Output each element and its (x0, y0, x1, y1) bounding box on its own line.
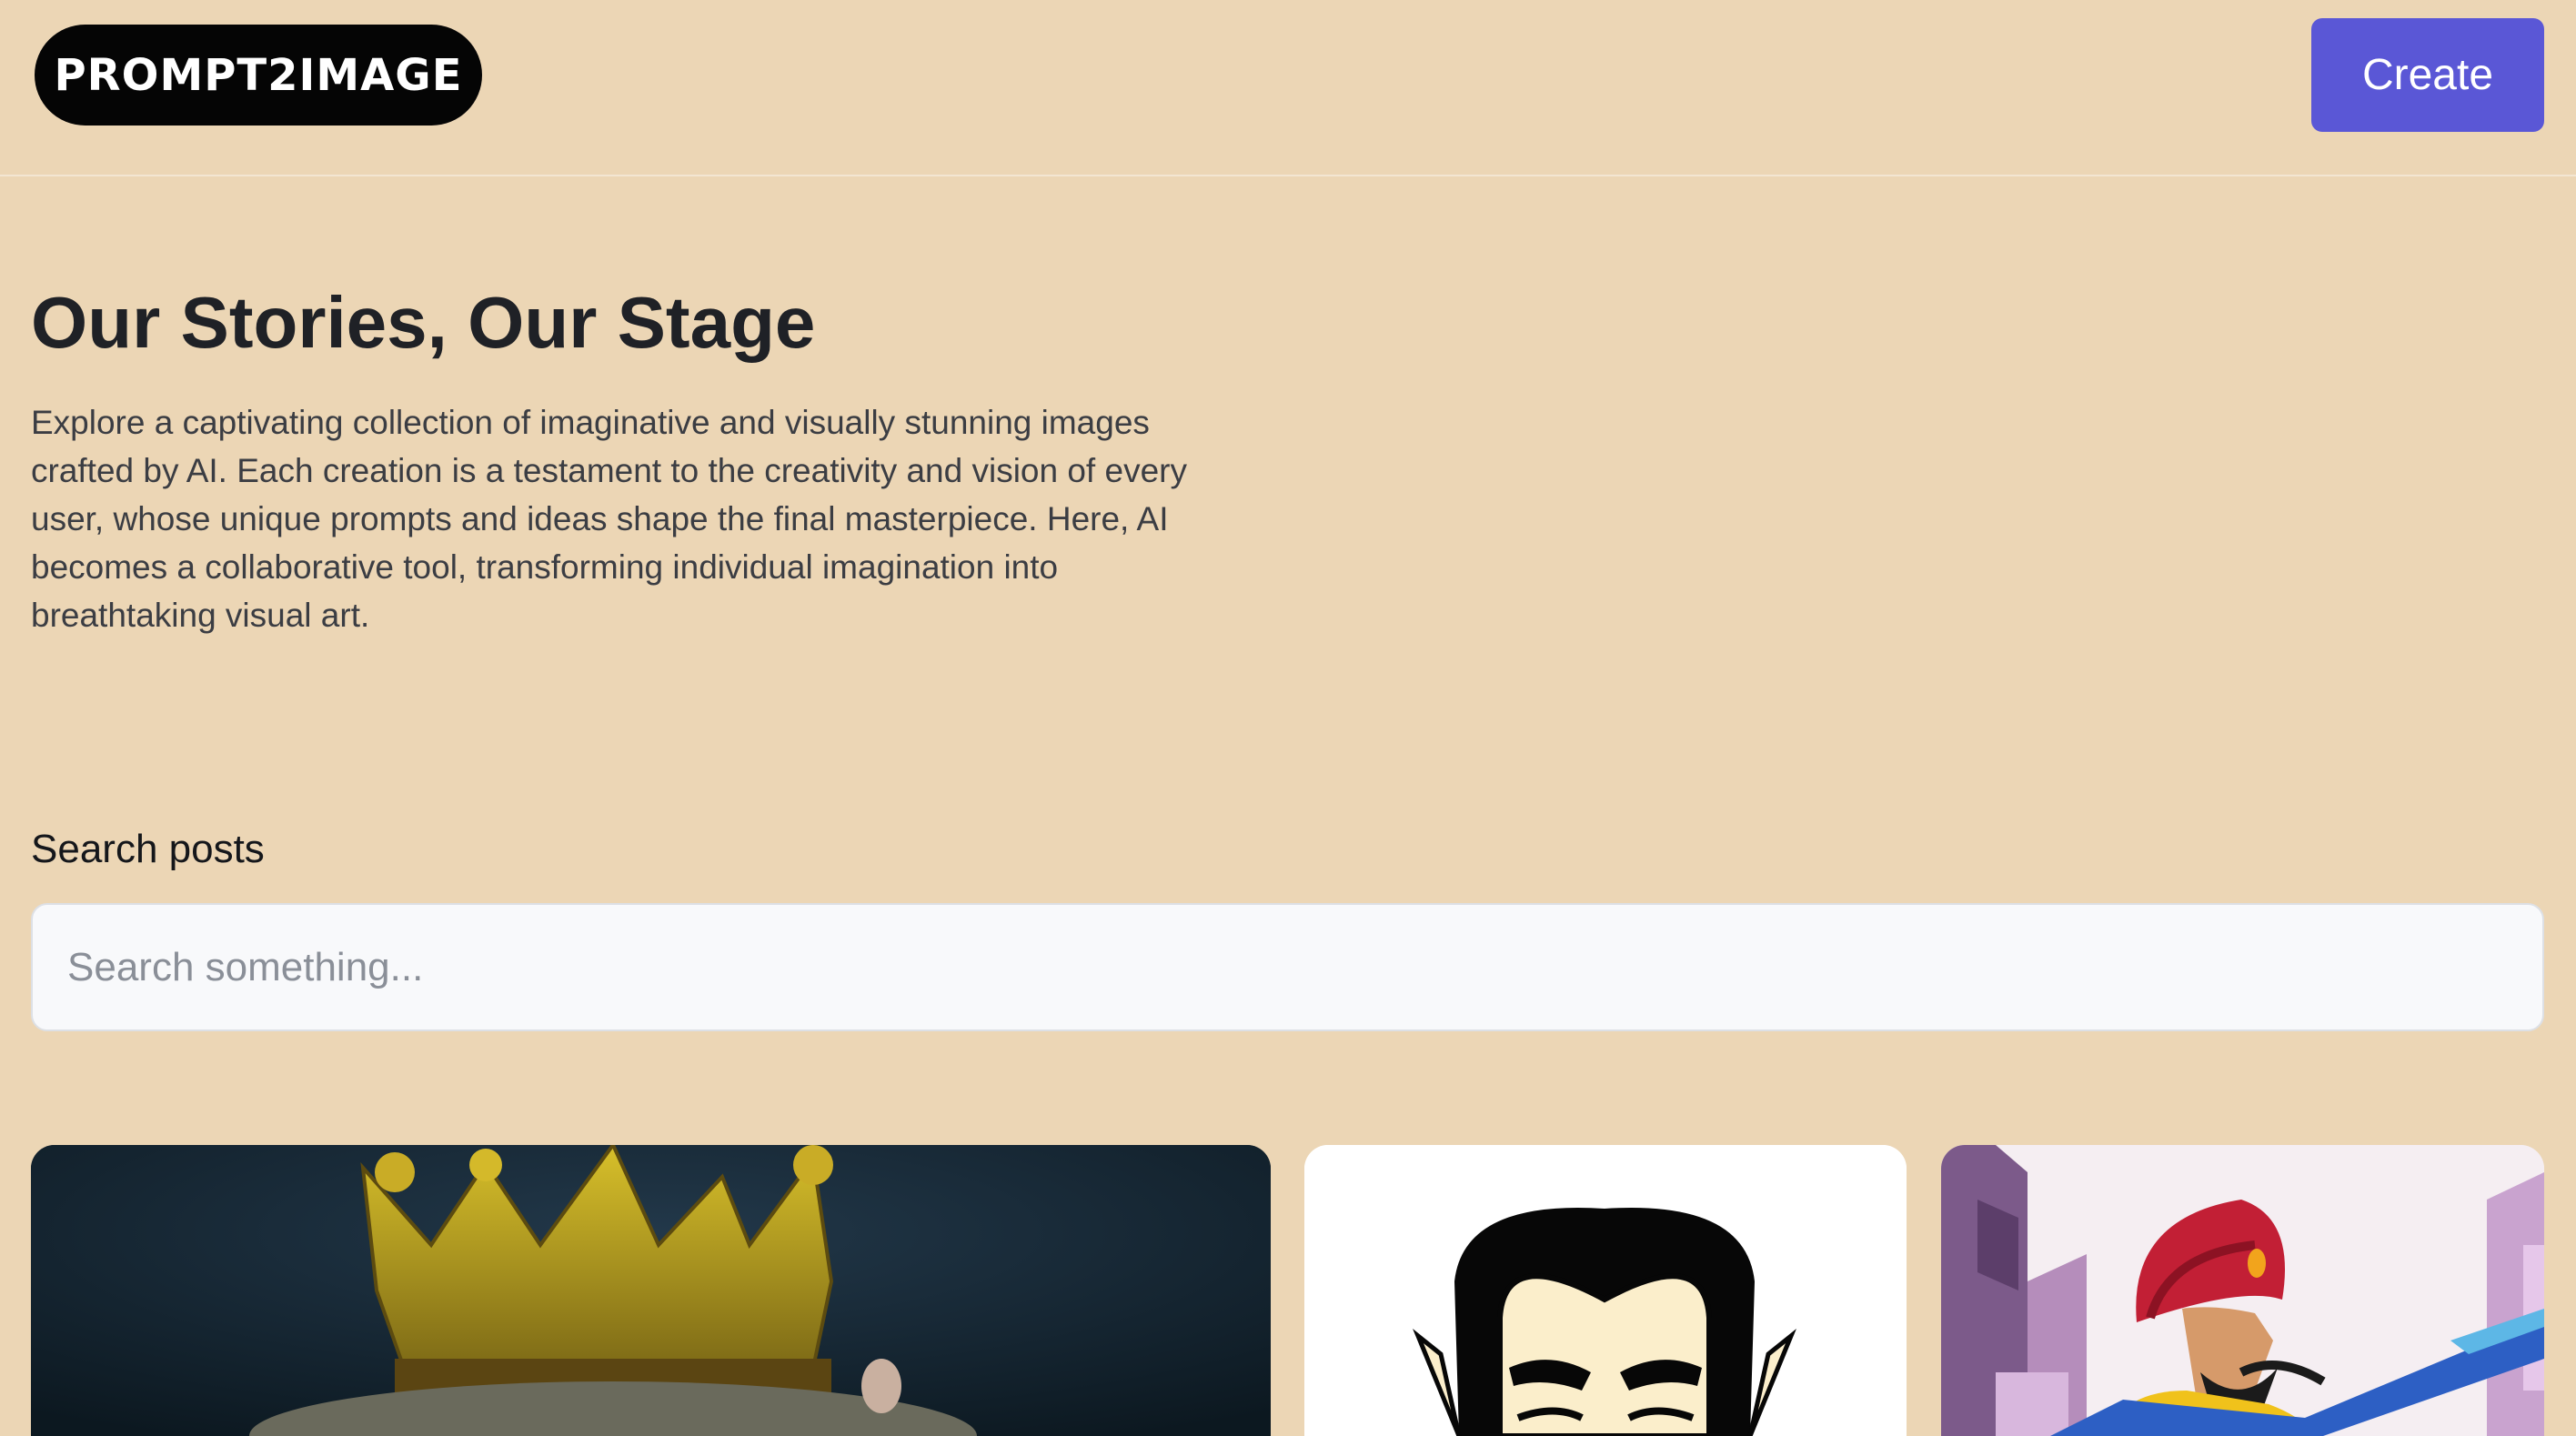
gallery-card-crowned-figure[interactable] (31, 1145, 1271, 1436)
search-input[interactable] (31, 903, 2544, 1031)
page-description: Explore a captivating collection of imag… (31, 404, 1187, 634)
gallery-card-vampire[interactable] (1304, 1145, 1907, 1436)
page-title: Our Stories, Our Stage (31, 282, 816, 363)
gallery-card-turbaned-man[interactable] (1941, 1145, 2544, 1436)
turbaned-man-image (1941, 1145, 2544, 1436)
search-label: Search posts (31, 827, 265, 871)
crowned-figure-image (31, 1145, 1271, 1436)
create-button[interactable]: Create (2311, 18, 2544, 132)
logo[interactable]: PROMPT2IMAGE (35, 25, 482, 126)
top-navbar: PROMPT2IMAGE Create (0, 0, 2576, 176)
vampire-image (1304, 1145, 1907, 1436)
